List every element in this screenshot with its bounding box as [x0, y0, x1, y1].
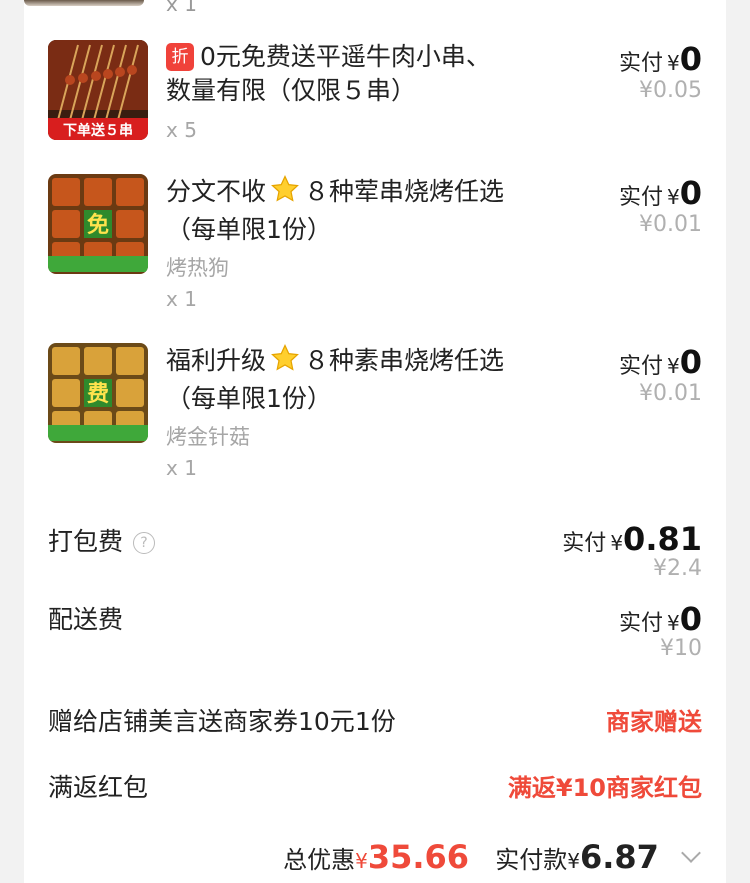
item-paid: 实付 ¥0 [619, 174, 702, 212]
item-thumbnail: 费 [48, 343, 148, 443]
currency-symbol: ¥ [610, 531, 624, 555]
thumbnail-caption: 免 [87, 212, 109, 238]
star-icon [270, 174, 300, 213]
paid-label: 实付 [618, 354, 663, 379]
item-qty: x 1 [166, 456, 197, 480]
gift-coupon-label: 赠给店铺美言送商家券10元1份 [48, 707, 396, 736]
paid-label: 实付 [618, 611, 663, 636]
item-paid: 实付 ¥0 [619, 343, 702, 381]
item-title-text: 0元免费送平遥牛肉小串、数量有限（仅限５串） [166, 42, 491, 105]
paid-label: 实付 [562, 531, 607, 556]
paid-amount: 0 [679, 343, 702, 381]
item-qty: x 1 [166, 287, 197, 311]
chevron-down-icon[interactable] [681, 843, 701, 863]
item-qty: x 5 [166, 118, 197, 142]
order-total-summary[interactable]: 总优惠¥35.66 实付款¥6.87 [283, 838, 701, 876]
order-item[interactable]: 费 福利升级 ８种素串烧烤任选（每单限1份） 烤金针菇 x 1 实付 ¥0 ¥0.0… [48, 343, 702, 480]
total-paid-amount: 6.87 [579, 838, 659, 876]
item-spec: 烤金针菇 [166, 425, 250, 449]
item-title-prefix: 福利升级 [166, 346, 267, 375]
previous-item-thumbnail [24, 0, 144, 6]
paid-amount: 0 [679, 40, 702, 78]
gift-coupon-value: 商家赠送 [606, 708, 702, 736]
paid-amount: 0 [679, 600, 702, 638]
item-title: 折 0元免费送平遥牛肉小串、数量有限（仅限５串） [166, 40, 506, 108]
total-discount-label: 总优惠 [283, 846, 356, 874]
original-price: ¥10 [660, 636, 702, 661]
delivery-fee-row: 实付 ¥0 ¥10 [48, 600, 702, 670]
previous-item-qty: x 1 [166, 0, 197, 16]
paid-label: 实付 [618, 185, 663, 210]
paid-amount: 0.81 [623, 520, 702, 558]
item-thumbnail: 下单送５串 [48, 40, 148, 140]
original-price: ¥2.4 [653, 556, 702, 581]
total-discount-amount: 35.66 [367, 838, 470, 876]
packing-fee-row: 实付 ¥0.81 ¥2.4 [48, 520, 702, 590]
currency-symbol: ¥ [667, 611, 680, 635]
currency-symbol: ¥ [355, 849, 368, 873]
original-price: ¥0.01 [639, 212, 702, 237]
original-price: ¥0.01 [639, 381, 702, 406]
red-packet-value: 满返¥10商家红包 [507, 774, 702, 802]
thumbnail-caption: 费 [87, 382, 109, 407]
item-paid: 实付 ¥0 [619, 40, 702, 78]
currency-symbol: ¥ [667, 185, 680, 209]
item-spec: 烤热狗 [166, 256, 229, 280]
thumbnail-caption: 下单送５串 [63, 122, 133, 139]
order-item[interactable]: 免 分文不收 ８种荤串烧烤任选（每单限1份） 烤热狗 x 1 实付 ¥0 ¥0.01 [48, 174, 702, 311]
star-icon [270, 343, 300, 382]
paid-label: 实付 [618, 51, 663, 76]
total-paid-label: 实付款 [495, 846, 568, 874]
paid-amount: 0 [679, 174, 702, 212]
delivery-fee-paid: 实付 ¥0 [619, 600, 702, 638]
currency-symbol: ¥ [667, 354, 680, 378]
discount-tag: 折 [166, 43, 194, 71]
original-price: ¥0.05 [639, 78, 702, 103]
currency-symbol: ¥ [567, 849, 580, 873]
item-title-prefix: 分文不收 [166, 177, 267, 206]
order-item[interactable]: 下单送５串 折 0元免费送平遥牛肉小串、数量有限（仅限５串） x 5 实付 ¥0 ¥… [48, 40, 702, 142]
currency-symbol: ¥ [667, 51, 680, 75]
packing-fee-paid: 实付 ¥0.81 [562, 520, 702, 558]
item-title: 分文不收 ８种荤串烧烤任选（每单限1份） [166, 174, 506, 247]
red-packet-label: 满返红包 [48, 773, 149, 802]
item-title: 福利升级 ８种素串烧烤任选（每单限1份） [166, 343, 506, 416]
item-thumbnail: 免 [48, 174, 148, 274]
